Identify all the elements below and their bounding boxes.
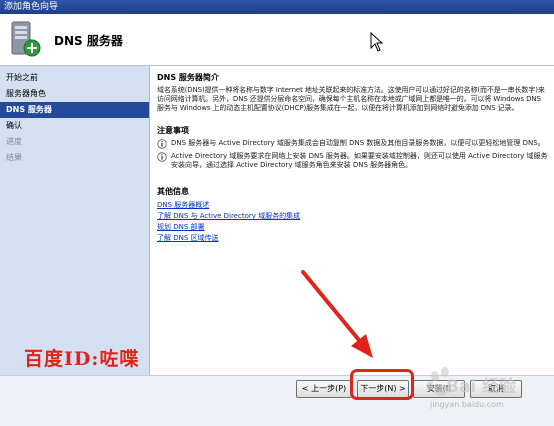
step-dns-server[interactable]: DNS 服务器: [0, 102, 149, 118]
step-progress: 进度: [6, 137, 22, 146]
mouse-cursor-icon: [370, 32, 384, 52]
step-before-you-begin[interactable]: 开始之前: [0, 70, 149, 86]
previous-button[interactable]: < 上一步(P): [296, 380, 352, 398]
link-dns-overview[interactable]: DNS 服务器概述: [157, 200, 548, 211]
brand-url-watermark: jingyan.baidu.com: [430, 400, 504, 409]
wizard-header: DNS 服务器: [0, 14, 554, 66]
step-server-roles[interactable]: 服务器角色: [0, 86, 149, 102]
window-title: 添加角色向导: [0, 0, 554, 14]
brand-watermark: Bai 经验: [446, 377, 517, 397]
note-item: DNS 服务器与 Active Directory 域服务集成会自动复制 DNS…: [157, 139, 548, 149]
wizard-content: DNS 服务器简介 域名系统(DNS)提供一种将名称与数字 Internet 地…: [151, 66, 554, 375]
link-plan-dns-deployment[interactable]: 规划 DNS 部署: [157, 222, 548, 233]
info-icon: [157, 152, 167, 162]
author-watermark: 百度ID:咗喋: [24, 348, 140, 370]
link-dns-zone-transfer[interactable]: 了解 DNS 区域传送: [157, 233, 548, 244]
note-item: Active Directory 域服务要求在网络上安装 DNS 服务器。如果要…: [157, 152, 548, 170]
intro-heading: DNS 服务器简介: [157, 73, 219, 82]
step-results: 结果: [6, 153, 22, 162]
link-dns-ad-integration[interactable]: 了解 DNS 与 Active Directory 域服务的集成: [157, 211, 548, 222]
wizard-steps-sidebar: 开始之前 服务器角色 DNS 服务器 确认 进度 结果: [0, 66, 150, 375]
step-confirmation[interactable]: 确认: [0, 118, 149, 134]
note-text: DNS 服务器与 Active Directory 域服务集成会自动复制 DNS…: [171, 139, 545, 147]
info-icon: [157, 139, 167, 149]
next-button-highlight: [350, 369, 414, 400]
notes-heading: 注意事项: [157, 126, 189, 135]
page-title: DNS 服务器: [54, 34, 123, 48]
more-info-heading: 其他信息: [157, 187, 189, 196]
note-text: Active Directory 域服务要求在网络上安装 DNS 服务器。如果要…: [171, 152, 548, 169]
server-role-icon: [11, 21, 41, 57]
intro-text: 域名系统(DNS)提供一种将名称与数字 Internet 地址关联起来的标准方法…: [157, 86, 545, 112]
